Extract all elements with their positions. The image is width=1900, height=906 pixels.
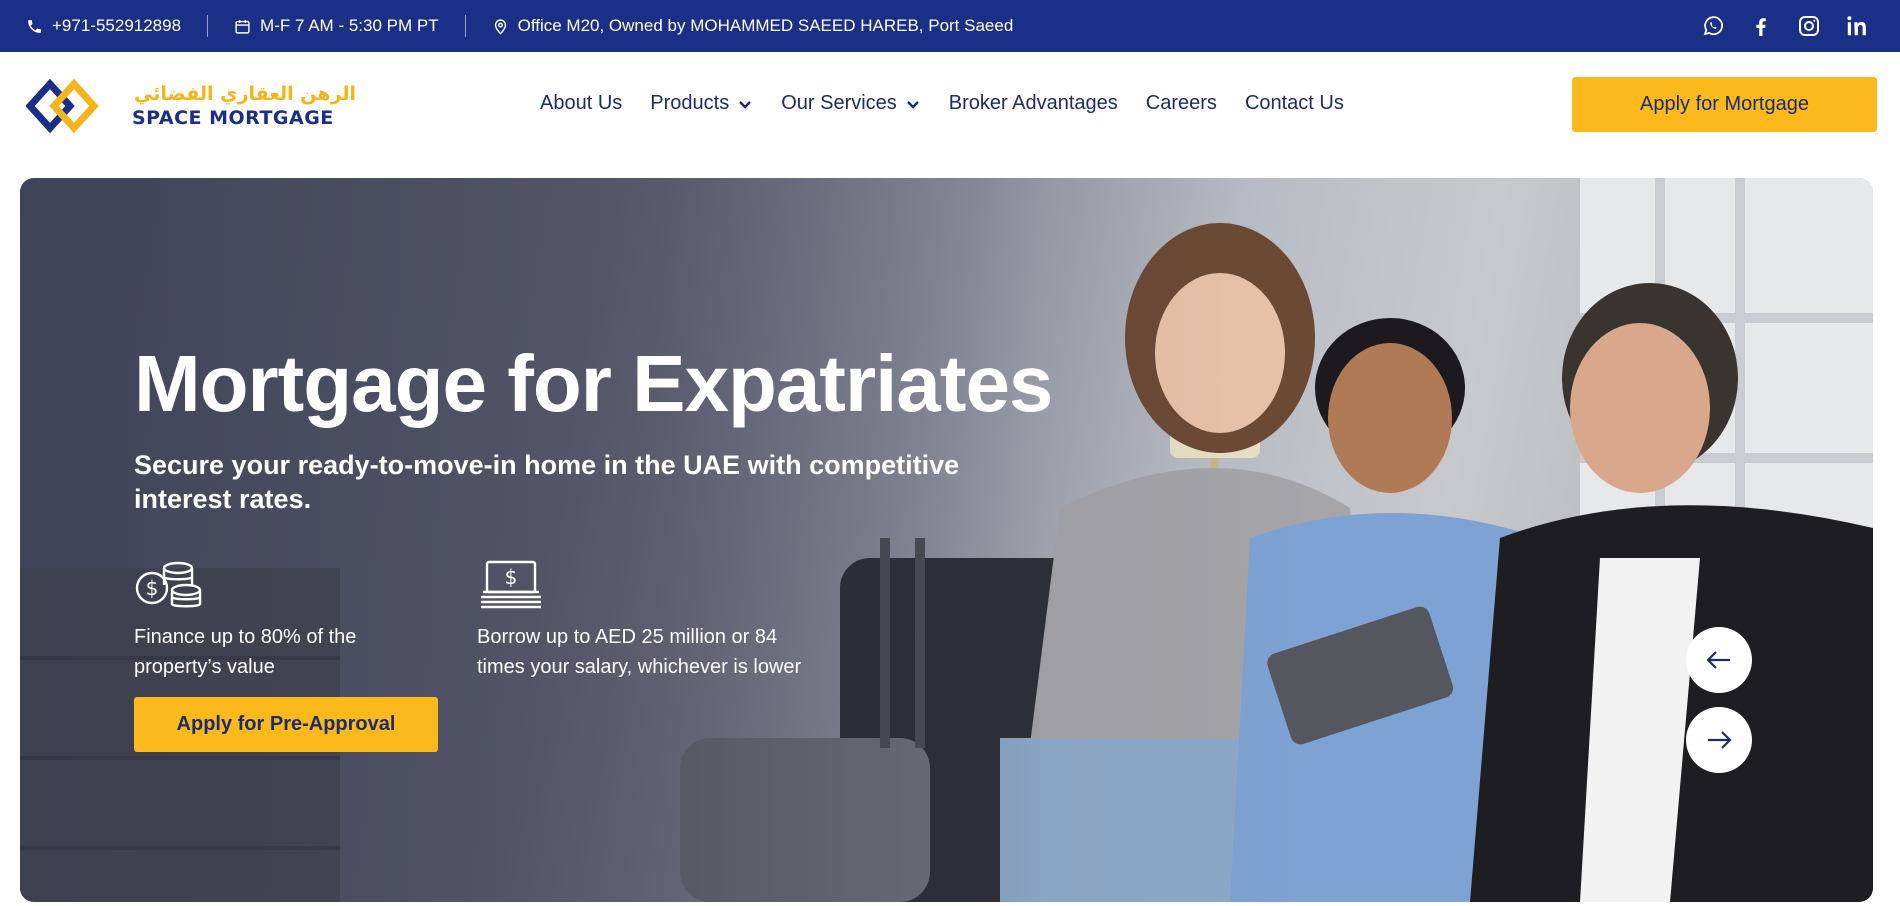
address-text: Office M20, Owned by MOHAMMED SAEED HARE… [517, 16, 1014, 35]
feature-finance: $ Finance up to 80% of the property’s va… [134, 560, 374, 682]
separator [207, 15, 209, 37]
feature-borrow-text: Borrow up to AED 25 million or 84 times … [477, 626, 802, 678]
main-nav: About Us Products Our Services Broker Ad… [540, 92, 1372, 115]
nav-label: Our Services [781, 92, 897, 114]
facebook-icon[interactable] [1748, 13, 1774, 39]
social-links [1700, 13, 1874, 39]
chevron-down-icon [906, 100, 919, 109]
hero-dark-overlay [20, 178, 1873, 902]
phone-contact[interactable]: +971-552912898 [26, 16, 181, 36]
feature-finance-text: Finance up to 80% of the property’s valu… [134, 626, 357, 678]
nav-products[interactable]: Products [650, 92, 753, 115]
apply-for-mortgage-button[interactable]: Apply for Mortgage [1572, 77, 1877, 132]
top-info-bar: +971-552912898 M-F 7 AM - 5:30 PM PT Off… [0, 0, 1900, 52]
phone-number: +971-552912898 [52, 16, 182, 35]
hero-title: Mortgage for Expatriates [134, 339, 1053, 428]
separator [464, 15, 466, 37]
hero-subtitle: Secure your ready-to-move-in home in the… [134, 450, 960, 514]
nav-label: Products [650, 92, 730, 114]
calendar-icon [235, 19, 250, 34]
nav-our-services[interactable]: Our Services [781, 92, 921, 115]
coins-icon: $ [135, 561, 202, 608]
nav-label: About Us [540, 92, 623, 114]
carousel-next-button[interactable] [1686, 707, 1752, 773]
nav-label: Broker Advantages [948, 92, 1118, 114]
nav-about-us[interactable]: About Us [540, 92, 622, 115]
logo-diamond-mark [26, 78, 99, 134]
working-hours: M-F 7 AM - 5:30 PM PT [234, 16, 439, 36]
nav-careers[interactable]: Careers [1146, 92, 1217, 115]
phone-icon [28, 19, 41, 33]
logo-arabic: الرهن العقاري الفضائي [134, 82, 357, 105]
location-pin-icon [494, 18, 506, 35]
carousel-prev-button[interactable] [1686, 627, 1752, 693]
arrow-left-icon [1706, 651, 1730, 669]
svg-text:$: $ [505, 565, 518, 589]
hours-text: M-F 7 AM - 5:30 PM PT [260, 16, 439, 35]
office-address[interactable]: Office M20, Owned by MOHAMMED SAEED HARE… [492, 16, 1014, 36]
logo-text: الرهن العقاري الفضائي SPACE MORTGAGE [132, 82, 357, 129]
svg-text:$: $ [146, 576, 159, 600]
nav-broker-advantages[interactable]: Broker Advantages [949, 92, 1118, 115]
nav-contact-us[interactable]: Contact Us [1245, 92, 1344, 115]
arrow-right-icon [1708, 731, 1732, 749]
nav-label: Contact Us [1244, 92, 1344, 114]
space-mortgage-logo[interactable]: الرهن العقاري الفضائي SPACE MORTGAGE [26, 76, 356, 136]
linkedin-icon[interactable] [1844, 13, 1870, 39]
chevron-down-icon [739, 100, 752, 109]
feature-borrow: $ Borrow up to AED 25 million or 84 time… [477, 560, 817, 682]
instagram-icon[interactable] [1796, 13, 1822, 39]
logo-english: SPACE MORTGAGE [132, 106, 334, 129]
whatsapp-icon[interactable] [1700, 13, 1726, 39]
cash-stack-icon: $ [481, 560, 541, 609]
nav-label: Careers [1145, 92, 1217, 114]
hero-banner: Mortgage for Expatriates Secure your rea… [20, 178, 1873, 902]
apply-for-pre-approval-button[interactable]: Apply for Pre-Approval [134, 697, 438, 752]
